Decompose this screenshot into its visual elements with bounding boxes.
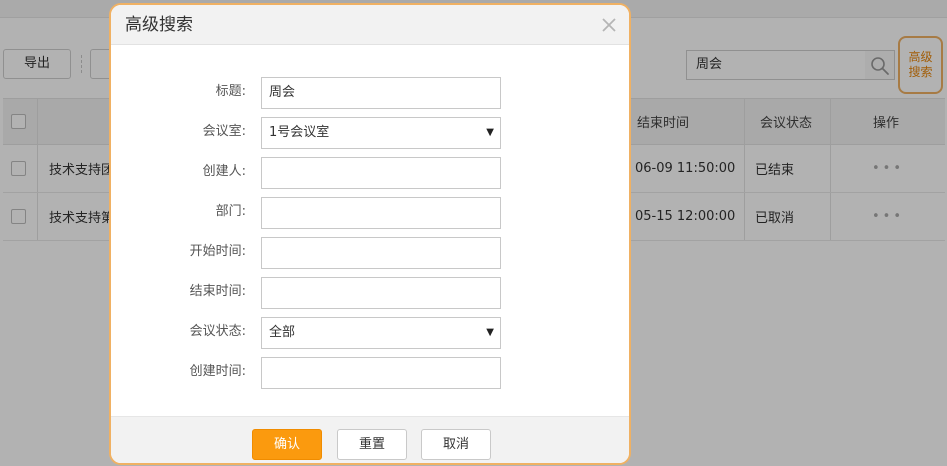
room-select[interactable]: 1号会议室 ▼ bbox=[261, 117, 501, 149]
status-select-value: 全部 bbox=[269, 325, 296, 340]
department-label: 部门: bbox=[215, 204, 246, 219]
close-icon bbox=[602, 18, 616, 32]
form-row-status: 会议状态: 全部 ▼ bbox=[111, 317, 629, 349]
department-field[interactable] bbox=[261, 197, 501, 229]
dialog-title: 高级搜索 bbox=[125, 15, 193, 35]
form-row-end-time: 结束时间: bbox=[111, 277, 629, 309]
dropdown-arrow-icon: ▼ bbox=[486, 327, 494, 338]
end-time-label: 结束时间: bbox=[189, 284, 246, 299]
status-select[interactable]: 全部 ▼ bbox=[261, 317, 501, 349]
form-row-creator: 创建人: bbox=[111, 157, 629, 189]
form-row-created-time: 创建时间: bbox=[111, 357, 629, 389]
room-label: 会议室: bbox=[202, 124, 246, 139]
dialog-footer: 确认 重置 取消 bbox=[111, 416, 629, 463]
title-field[interactable]: 周会 bbox=[261, 77, 501, 109]
dialog-header: 高级搜索 bbox=[111, 5, 629, 45]
form-row-room: 会议室: 1号会议室 ▼ bbox=[111, 117, 629, 149]
form-row-start-time: 开始时间: bbox=[111, 237, 629, 269]
created-time-field[interactable] bbox=[261, 357, 501, 389]
start-time-field[interactable] bbox=[261, 237, 501, 269]
advanced-search-dialog: 高级搜索 标题: 周会 会议室: 1号会议室 ▼ 创建人: 部门: 开始时间: … bbox=[109, 3, 631, 465]
cancel-button[interactable]: 取消 bbox=[421, 429, 491, 460]
end-time-field[interactable] bbox=[261, 277, 501, 309]
start-time-label: 开始时间: bbox=[189, 244, 246, 259]
status-label: 会议状态: bbox=[189, 324, 246, 339]
creator-label: 创建人: bbox=[202, 164, 246, 179]
title-label: 标题: bbox=[215, 84, 246, 99]
dropdown-arrow-icon: ▼ bbox=[486, 127, 494, 138]
form-row-department: 部门: bbox=[111, 197, 629, 229]
created-time-label: 创建时间: bbox=[189, 364, 246, 379]
reset-button[interactable]: 重置 bbox=[337, 429, 407, 460]
form-row-title: 标题: 周会 bbox=[111, 77, 629, 109]
room-select-value: 1号会议室 bbox=[269, 125, 330, 140]
close-button[interactable] bbox=[599, 15, 619, 35]
creator-field[interactable] bbox=[261, 157, 501, 189]
confirm-button[interactable]: 确认 bbox=[252, 429, 322, 460]
